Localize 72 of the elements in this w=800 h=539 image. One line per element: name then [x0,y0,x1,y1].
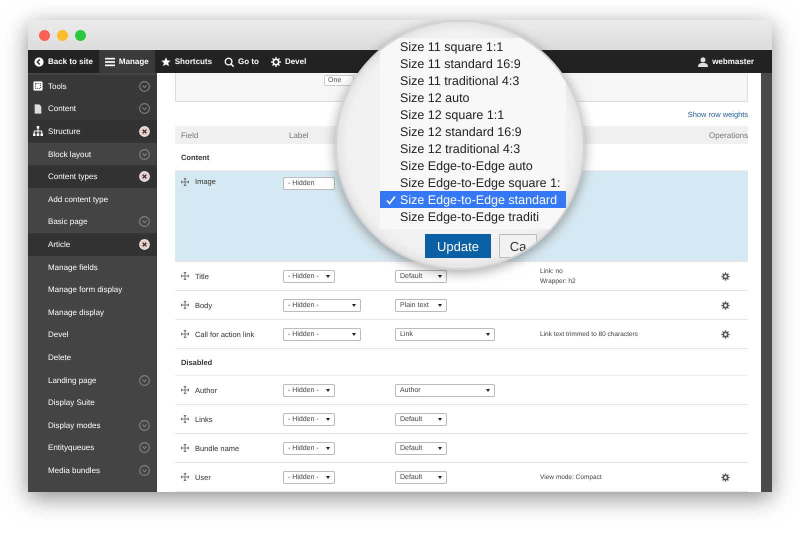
sidebar-item[interactable]: Basic page [48,217,88,226]
dropdown-option[interactable]: Size 11 traditional 4:3 [380,72,566,89]
column-header: Label [288,130,310,140]
toolbar-item[interactable]: Back to site [28,50,99,73]
tools-icon [33,81,43,92]
back-icon [34,56,44,66]
dropdown-option[interactable]: Size 11 square 1:1 [380,38,566,55]
expand-icon[interactable] [138,442,150,454]
settings-icon[interactable] [721,272,730,280]
sidebar-item[interactable]: Manage form display [48,285,122,294]
user-menu[interactable]: webmaster [698,50,754,73]
collapse-icon[interactable] [138,171,150,182]
toolbar-item[interactable]: Manage [98,50,155,73]
menu-icon [104,56,115,66]
sidebar-item[interactable]: Media bundles [48,466,100,475]
expand-icon[interactable] [138,216,150,228]
settings-icon[interactable] [721,330,730,338]
sidebar-item[interactable]: Display Suite [48,398,95,408]
sidebar-item[interactable]: Block layout [48,150,92,159]
sidebar-item[interactable]: Content types [48,172,98,182]
check-icon [386,194,396,204]
update-button[interactable]: Update [425,234,491,258]
dropdown-option[interactable]: Size Edge-to-Edge traditi [380,208,566,225]
gear-icon [270,56,281,66]
dropdown-option[interactable]: Size 12 auto [380,89,566,106]
sidebar-item[interactable]: Manage fields [48,262,98,272]
collapse-icon[interactable] [138,238,150,250]
sidebar-item[interactable]: Devel [48,330,68,340]
drag-handle-icon[interactable] [181,301,189,309]
toolbar-item[interactable]: Go to [218,50,265,73]
drag-handle-icon[interactable] [181,386,189,394]
sidebar-item[interactable]: Entityqueues [48,443,94,452]
hierarchy-icon [33,126,43,136]
drag-handle-icon[interactable] [181,473,189,481]
user-icon [698,56,708,66]
toolbar-item[interactable]: Shortcuts [154,50,218,73]
expand-icon[interactable] [138,464,150,476]
star-icon [160,56,171,66]
drag-handle-icon[interactable] [181,272,189,280]
dropdown-option[interactable]: Size Edge-to-Edge standard [380,191,566,208]
expand-icon[interactable] [138,148,150,160]
toolbar-item[interactable]: Devel [264,50,312,73]
sidebar-item[interactable]: Landing page [48,376,96,385]
sidebar-item[interactable]: Delete [48,352,72,362]
dropdown-option[interactable]: Size Edge-to-Edge auto [380,157,566,174]
expand-icon[interactable] [138,103,150,114]
sidebar-item[interactable]: Display modes [48,420,100,430]
search-icon [224,56,234,66]
drag-handle-icon[interactable] [181,415,189,423]
sidebar-item[interactable]: Tools [48,82,67,91]
column-header: Operations [708,130,748,140]
document-icon [33,104,43,114]
dropdown-option[interactable]: Size Edge-to-Edge square 1: [380,174,566,191]
drag-handle-icon[interactable] [181,444,189,452]
settings-icon[interactable] [721,300,730,310]
sidebar-item[interactable]: Content [48,104,76,114]
sidebar-item[interactable]: Add content type [48,194,108,204]
expand-icon[interactable] [138,374,150,386]
drag-handle-icon[interactable] [181,330,189,338]
expand-icon[interactable] [138,420,150,431]
column-header: Field [180,130,200,140]
dropdown-option[interactable]: Size 11 standard 16:9 [380,55,566,72]
expand-icon[interactable] [138,80,150,92]
sidebar-item[interactable]: Article [48,240,70,249]
dropdown-option[interactable]: Size 12 square 1:1 [380,106,566,123]
drag-handle-icon[interactable] [181,178,189,186]
sidebar-item[interactable]: Structure [48,126,80,136]
collapse-icon[interactable] [138,126,150,137]
settings-icon[interactable] [721,472,730,482]
dropdown-option[interactable]: Size 12 standard 16:9 [380,123,566,140]
dropdown-option[interactable]: Size 12 traditional 4:3 [380,140,566,157]
sidebar-item[interactable]: Manage display [48,308,104,317]
